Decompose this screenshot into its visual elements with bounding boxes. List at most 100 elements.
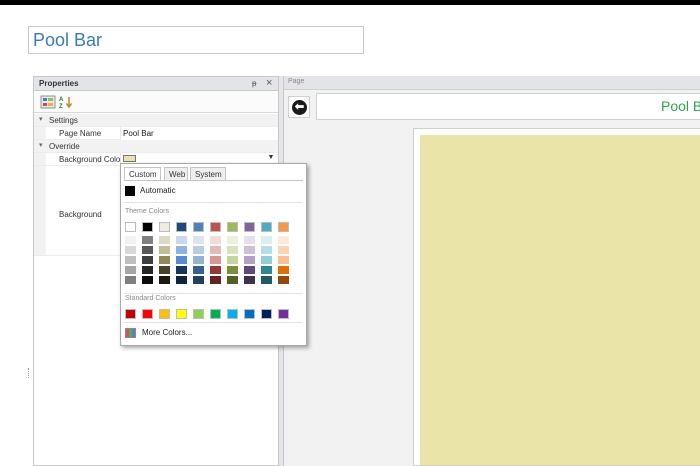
- theme-shade-swatch[interactable]: [159, 266, 170, 274]
- theme-shade-swatch[interactable]: [159, 276, 170, 284]
- theme-shade-swatch[interactable]: [261, 236, 272, 244]
- theme-shade-swatch[interactable]: [125, 266, 136, 274]
- theme-color-swatch[interactable]: [278, 222, 289, 232]
- theme-shade-swatch[interactable]: [159, 236, 170, 244]
- divider: [124, 322, 303, 323]
- standard-color-swatch[interactable]: [278, 309, 289, 319]
- property-label: Background: [59, 210, 102, 219]
- collapse-arrow-icon[interactable]: ▾: [39, 141, 43, 149]
- sort-alphabetical-icon[interactable]: A Z: [58, 95, 74, 110]
- more-colors-button[interactable]: More Colors...: [125, 327, 303, 340]
- theme-shade-swatch[interactable]: [159, 256, 170, 264]
- back-arrow-icon: ⬅: [292, 100, 307, 115]
- theme-shade-swatch[interactable]: [227, 276, 238, 284]
- theme-shade-swatch[interactable]: [193, 266, 204, 274]
- theme-color-swatch[interactable]: [210, 222, 221, 232]
- page-canvas[interactable]: [413, 128, 700, 466]
- theme-shade-swatch[interactable]: [227, 256, 238, 264]
- theme-shade-swatch[interactable]: [210, 266, 221, 274]
- properties-toolbar: A Z: [34, 91, 278, 113]
- standard-colors-label: Standard Colors: [125, 295, 176, 302]
- page-name-value[interactable]: Pool Bar: [120, 127, 278, 140]
- theme-shade-swatch[interactable]: [244, 256, 255, 264]
- theme-shade-swatch[interactable]: [244, 276, 255, 284]
- theme-shade-swatch[interactable]: [210, 246, 221, 254]
- theme-color-swatch[interactable]: [193, 222, 204, 232]
- theme-shade-swatch[interactable]: [261, 256, 272, 264]
- theme-shade-swatch[interactable]: [210, 256, 221, 264]
- theme-shade-swatch[interactable]: [261, 266, 272, 274]
- pin-icon[interactable]: ᵽ: [252, 79, 256, 88]
- theme-shade-swatch[interactable]: [142, 236, 153, 244]
- page-panel-title: Page: [288, 78, 305, 85]
- theme-shade-swatch[interactable]: [261, 276, 272, 284]
- theme-shade-swatch[interactable]: [125, 256, 136, 264]
- tab-system[interactable]: System: [190, 167, 226, 181]
- grid-margin: [34, 153, 46, 165]
- theme-shade-swatch[interactable]: [159, 246, 170, 254]
- theme-shade-swatch[interactable]: [227, 246, 238, 254]
- theme-shade-swatch[interactable]: [278, 276, 289, 284]
- category-settings[interactable]: ▾ Settings: [34, 114, 278, 127]
- theme-shade-swatch[interactable]: [193, 256, 204, 264]
- theme-shade-swatch[interactable]: [244, 236, 255, 244]
- theme-shade-swatch[interactable]: [227, 236, 238, 244]
- standard-color-swatch[interactable]: [227, 309, 238, 319]
- theme-shade-swatch[interactable]: [227, 266, 238, 274]
- theme-color-swatch[interactable]: [261, 222, 272, 232]
- theme-color-swatch[interactable]: [159, 222, 170, 232]
- theme-color-swatch[interactable]: [125, 222, 136, 232]
- automatic-color-option[interactable]: Automatic: [125, 185, 303, 198]
- collapse-arrow-icon[interactable]: ▾: [39, 115, 43, 123]
- back-button[interactable]: ⬅: [288, 96, 310, 118]
- theme-shade-swatch[interactable]: [142, 256, 153, 264]
- theme-shade-swatch[interactable]: [244, 246, 255, 254]
- standard-color-swatch[interactable]: [261, 309, 272, 319]
- page-name-input[interactable]: Pool Bar: [28, 26, 364, 54]
- theme-shade-swatch[interactable]: [176, 246, 187, 254]
- theme-shade-swatch[interactable]: [278, 246, 289, 254]
- standard-color-swatch[interactable]: [142, 309, 153, 319]
- splitter-grip[interactable]: [28, 368, 30, 378]
- category-label: Settings: [49, 116, 78, 125]
- theme-shade-swatch[interactable]: [193, 236, 204, 244]
- standard-color-swatch[interactable]: [244, 309, 255, 319]
- theme-shade-swatch[interactable]: [142, 276, 153, 284]
- categorized-view-icon[interactable]: [40, 95, 56, 109]
- automatic-color-swatch: [125, 186, 135, 196]
- theme-shade-swatch[interactable]: [193, 246, 204, 254]
- svg-text:A: A: [59, 97, 64, 103]
- tab-custom[interactable]: Custom: [124, 167, 161, 181]
- theme-shade-swatch[interactable]: [193, 276, 204, 284]
- theme-colors-label: Theme Colors: [125, 208, 169, 215]
- theme-shade-swatch[interactable]: [278, 256, 289, 264]
- theme-shade-swatch[interactable]: [125, 236, 136, 244]
- theme-shade-swatch[interactable]: [176, 276, 187, 284]
- category-override[interactable]: ▾ Override: [34, 140, 278, 153]
- theme-shade-swatch[interactable]: [278, 236, 289, 244]
- theme-color-swatch[interactable]: [176, 222, 187, 232]
- standard-color-swatch[interactable]: [125, 309, 136, 319]
- tab-web[interactable]: Web: [164, 167, 188, 181]
- theme-shade-swatch[interactable]: [176, 256, 187, 264]
- theme-shade-swatch[interactable]: [261, 246, 272, 254]
- theme-shade-swatch[interactable]: [125, 246, 136, 254]
- theme-color-swatch[interactable]: [227, 222, 238, 232]
- standard-color-swatch[interactable]: [210, 309, 221, 319]
- theme-shade-swatch[interactable]: [176, 266, 187, 274]
- standard-color-swatch[interactable]: [193, 309, 204, 319]
- theme-shade-swatch[interactable]: [142, 266, 153, 274]
- standard-color-swatch[interactable]: [176, 309, 187, 319]
- theme-shade-swatch[interactable]: [278, 266, 289, 274]
- theme-shade-swatch[interactable]: [244, 266, 255, 274]
- standard-color-swatch[interactable]: [159, 309, 170, 319]
- close-panel-icon[interactable]: ×: [266, 77, 272, 89]
- theme-shade-swatch[interactable]: [176, 236, 187, 244]
- theme-shade-swatch[interactable]: [142, 246, 153, 254]
- theme-shade-swatch[interactable]: [210, 276, 221, 284]
- theme-color-swatch[interactable]: [142, 222, 153, 232]
- theme-color-swatch[interactable]: [244, 222, 255, 232]
- grid-margin: [34, 166, 46, 255]
- theme-shade-swatch[interactable]: [210, 236, 221, 244]
- theme-shade-swatch[interactable]: [125, 276, 136, 284]
